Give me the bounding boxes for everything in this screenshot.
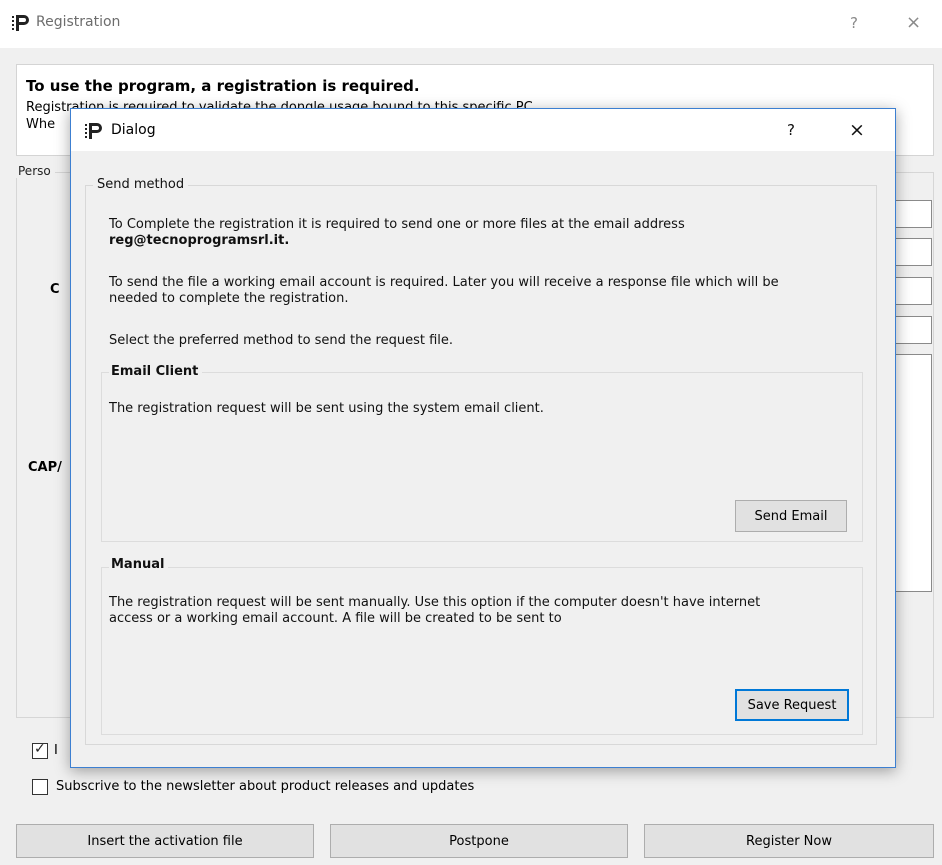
check-icon: ✓ (34, 741, 46, 757)
insert-activation-file-button[interactable]: Insert the activation file (16, 824, 314, 858)
newsletter-checkbox-label: Subscrive to the newsletter about produc… (56, 779, 475, 794)
manual-description: The registration request will be sent ma… (109, 595, 760, 627)
send-method-dialog: Dialog ? × Send method To Complete the r… (70, 108, 896, 768)
account-line-1: To send the file a working email account… (109, 275, 779, 290)
send-email-button[interactable]: Send Email (735, 500, 847, 532)
registration-help-button[interactable]: ? (850, 14, 858, 32)
newsletter-checkbox[interactable] (32, 779, 48, 795)
manual-group-title: Manual (109, 557, 169, 572)
terms-checkbox[interactable]: ✓ (32, 741, 48, 759)
dialog-logo-icon (85, 123, 102, 139)
registration-header-title: To use the program, a registration is re… (26, 77, 420, 95)
intro-text: To Complete the registration it is requi… (109, 217, 685, 249)
dialog-title: Dialog (111, 122, 156, 138)
personal-label-c: C (50, 282, 60, 297)
terms-checkbox-label: I (54, 743, 58, 758)
manual-line-1: The registration request will be sent ma… (109, 595, 761, 610)
personal-data-group-title: Perso (16, 164, 55, 178)
registration-header-line3: Whe (26, 117, 56, 132)
postpone-button[interactable]: Postpone (330, 824, 628, 858)
personal-label-cap: CAP/ (28, 460, 62, 475)
app-logo-icon (12, 15, 29, 31)
dialog-help-button[interactable]: ? (787, 121, 795, 139)
registration-title-bar: Registration ? × (0, 0, 942, 48)
send-method-group-title: Send method (93, 177, 189, 192)
account-text: To send the file a working email account… (109, 275, 779, 307)
email-client-group-title: Email Client (109, 364, 203, 379)
dialog-title-bar: Dialog ? × (71, 109, 895, 151)
save-request-button[interactable]: Save Request (735, 689, 849, 721)
registration-window-title: Registration (36, 14, 121, 30)
email-client-description: The registration request will be sent us… (109, 401, 544, 416)
registration-email-address: reg@tecnoprogramsrl.it. (109, 233, 290, 248)
account-line-2: needed to complete the registration. (109, 291, 349, 306)
registration-close-button[interactable]: × (906, 12, 921, 33)
dialog-close-button[interactable]: × (849, 119, 865, 141)
intro-line: To Complete the registration it is requi… (109, 217, 685, 232)
register-now-button[interactable]: Register Now (644, 824, 934, 858)
manual-line-2: access or a working email account. A fil… (109, 611, 562, 626)
select-method-text: Select the preferred method to send the … (109, 333, 454, 348)
